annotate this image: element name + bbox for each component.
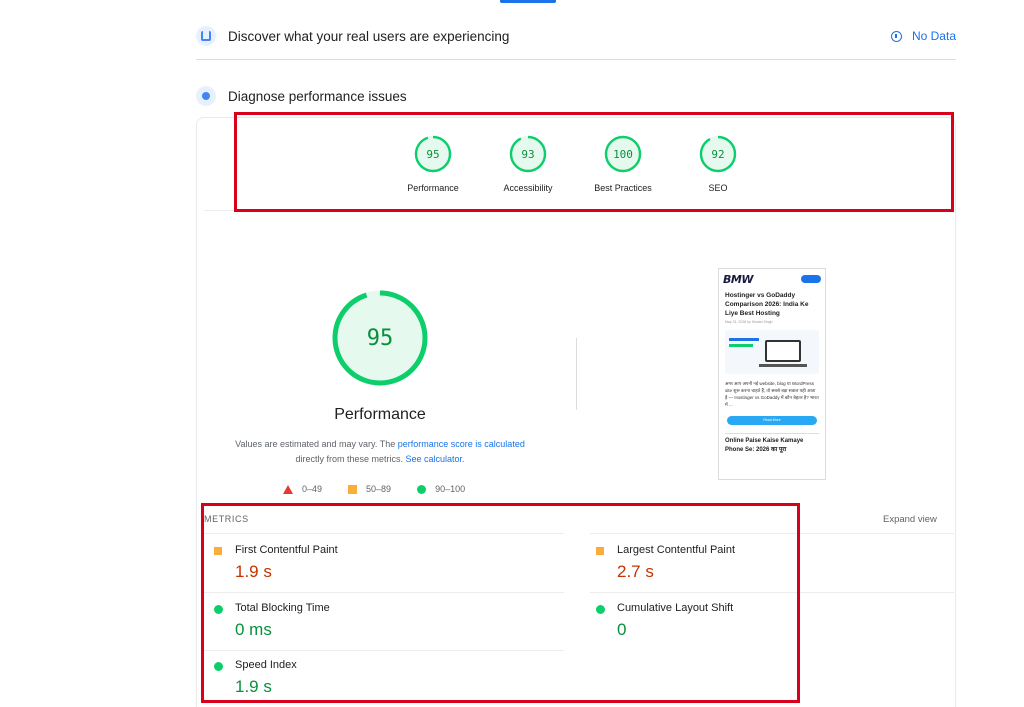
see-calculator-link[interactable]: See calculator.	[406, 454, 465, 464]
lighthouse-icon	[196, 86, 216, 106]
thumbnail-meta: May 31, 2026 by Kishan Singh	[725, 320, 773, 324]
diagnose-section-header: Diagnose performance issues	[196, 82, 956, 110]
performance-gauge: 95	[330, 288, 430, 388]
thumbnail-image	[725, 330, 819, 374]
score-legend: 0–49 50–89 90–100	[283, 484, 491, 494]
site-logo: BMW	[723, 272, 753, 286]
thumbnail-article-title: Hostinger vs GoDaddy Comparison 2026: In…	[725, 292, 809, 317]
users-icon	[196, 26, 216, 46]
legend-pass-label: 90–100	[435, 484, 466, 494]
legend-average-label: 50–89	[366, 484, 392, 494]
active-tab-indicator	[500, 0, 556, 3]
thumbnail-read-more: Read More	[727, 416, 817, 425]
highlight-box-metrics	[201, 503, 800, 703]
crux-title: Discover what your real users are experi…	[228, 28, 510, 44]
square-icon	[348, 484, 358, 494]
legend-pass: 90–100	[417, 484, 465, 494]
legend-fail-label: 0–49	[302, 484, 323, 494]
menu-button-icon	[801, 275, 821, 283]
performance-title: Performance	[334, 406, 426, 423]
section-divider	[196, 59, 956, 60]
vertical-separator	[576, 338, 577, 410]
thumbnail-second-title: Online Paise Kaise Kamaye Phone Se: 2026…	[725, 438, 804, 453]
diagnose-title: Diagnose performance issues	[228, 88, 407, 104]
no-data-label: No Data	[911, 29, 956, 43]
final-screenshot-thumbnail[interactable]: BMW Hostinger vs GoDaddy Comparison 2026…	[718, 268, 826, 480]
legend-fail: 0–49	[283, 484, 322, 494]
info-icon	[890, 30, 902, 42]
thumbnail-header: BMW	[719, 269, 825, 289]
highlight-box-scores	[234, 112, 954, 212]
legend-average: 50–89	[348, 484, 391, 494]
crux-section-header[interactable]: Discover what your real users are experi…	[196, 22, 956, 50]
description-text-2: directly from these metrics.	[295, 454, 403, 464]
score-calculated-link[interactable]: performance score is calculated	[398, 439, 525, 449]
expand-view-button[interactable]: Expand view	[883, 514, 937, 525]
performance-score: 95	[366, 325, 394, 351]
description-text: Values are estimated and may vary. The	[235, 439, 396, 449]
no-data-indicator[interactable]: No Data	[890, 29, 956, 43]
circle-icon	[417, 484, 427, 494]
score-description: Values are estimated and may vary. The p…	[225, 437, 535, 467]
triangle-icon	[283, 484, 293, 494]
thumbnail-body: अगर आप अपनी नई website, blog या WordPres…	[725, 381, 819, 407]
